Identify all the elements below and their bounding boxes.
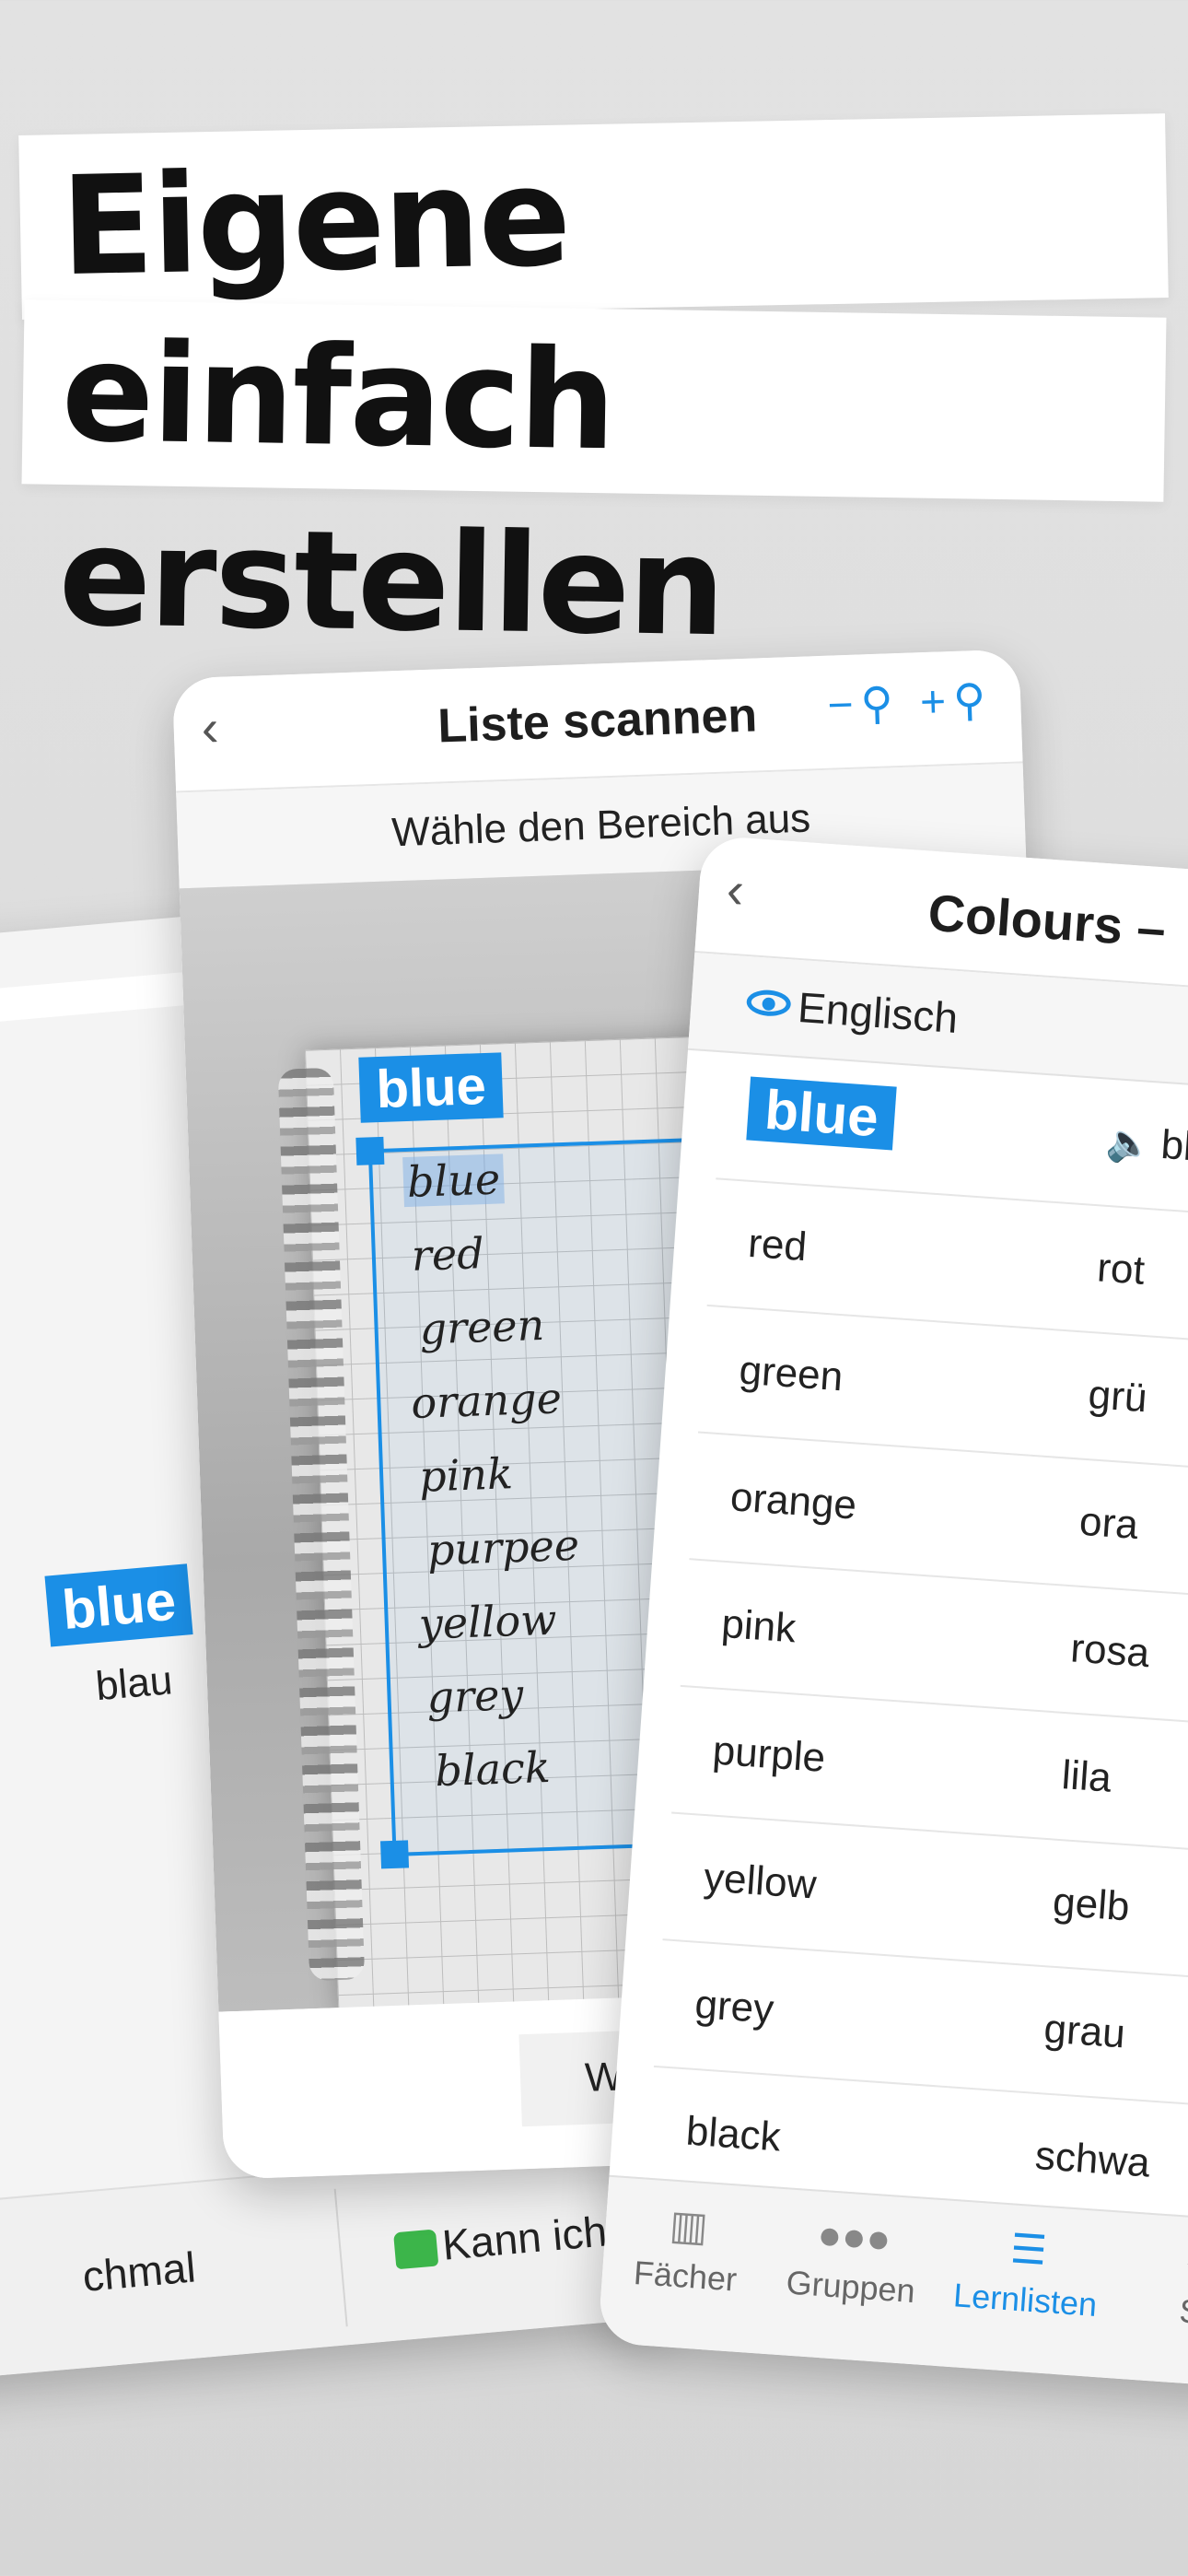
selection-handle-top-left[interactable]	[355, 1136, 385, 1165]
vocab-word: blue	[746, 1076, 898, 1151]
tab-label: Gruppen	[785, 2263, 917, 2311]
vocab-word: grey	[693, 1981, 775, 2032]
list-title: Colours –	[926, 883, 1168, 958]
back-icon[interactable]: ‹	[725, 859, 746, 919]
handwritten-word: grey	[425, 1669, 525, 1723]
handwritten-word: green	[418, 1299, 546, 1354]
tab-label: Fächer	[632, 2253, 739, 2299]
known-button-label: Kann ich!	[440, 2206, 621, 2269]
vocab-word: orange	[728, 1474, 858, 1528]
vocab-translation-cell: grau	[1042, 2006, 1126, 2057]
word-badge: blue	[44, 1563, 193, 1647]
vocab-word: red	[746, 1220, 809, 1270]
vocab-translation: gelb	[1051, 1879, 1132, 1930]
thumbs-up-icon	[393, 2229, 439, 2270]
vocab-translation: grau	[1042, 2006, 1127, 2057]
handwritten-word: orange	[410, 1373, 563, 1428]
vocab-word: green	[738, 1347, 844, 1400]
footer-divider	[333, 2188, 348, 2327]
language-label: Englisch	[796, 983, 960, 1043]
vocab-translation-cell: gelb	[1052, 1879, 1131, 1931]
recognized-word-badge: blue	[358, 1052, 504, 1123]
vocab-translation: rot	[1095, 1245, 1147, 1294]
vocab-translation-cell: schwa	[1033, 2133, 1151, 2187]
vocab-translation: grü	[1087, 1372, 1149, 1422]
vocab-translation-cell: 🔈 bl	[1104, 1118, 1188, 1170]
zoom-icons[interactable]: −⚲ +⚲	[827, 673, 995, 731]
vocab-translation: ora	[1077, 1498, 1140, 1549]
vocab-translation-cell: rot	[1096, 1245, 1147, 1294]
tab-label: Sp	[1178, 2291, 1188, 2333]
vocab-translation: rosa	[1068, 1625, 1151, 1677]
vocab-translation-cell: rosa	[1069, 1625, 1151, 1677]
flashcard-footer: chmal Kann ich!	[0, 2138, 688, 2397]
vocab-translation: bl	[1159, 1121, 1188, 1170]
vocab-translation: lila	[1060, 1752, 1113, 1801]
handwritten-word: black	[434, 1741, 552, 1797]
vocab-translation-cell: lila	[1060, 1752, 1112, 1802]
books-icon: ▥	[668, 2202, 710, 2251]
tab-faecher[interactable]: ▥ Fächer	[601, 2197, 774, 2301]
language-toggle-source[interactable]: Englisch	[745, 978, 960, 1043]
tab-bar: ▥ Fächer ●●● Gruppen ☰ Lernlisten ◆ Sp	[597, 2174, 1188, 2399]
eye-icon	[745, 989, 792, 1018]
vocab-word: pink	[719, 1600, 798, 1652]
handwritten-word: blue	[402, 1153, 505, 1208]
translation-text: blau	[94, 1657, 175, 1710]
word-list-screen: ‹ Colours – Englisch blue 🔈 bl red rot green g…	[597, 835, 1188, 2399]
tab-spiele[interactable]: ◆ Sp	[1115, 2233, 1188, 2337]
vocab-translation-cell: ora	[1078, 1499, 1140, 1549]
vocab-word: purple	[711, 1727, 827, 1781]
tab-gruppen[interactable]: ●●● Gruppen	[766, 2208, 938, 2312]
group-icon: ●●●	[816, 2211, 892, 2263]
tab-lernlisten[interactable]: ☰ Lernlisten	[941, 2221, 1113, 2325]
list-icon: ☰	[1008, 2226, 1049, 2275]
selection-handle-bottom-left[interactable]	[380, 1840, 410, 1869]
handwritten-word: purpee	[426, 1519, 580, 1575]
again-button[interactable]: chmal	[81, 2242, 198, 2301]
handwritten-word: red	[410, 1228, 485, 1281]
headline-line-1: Eigene Aufgaben	[18, 113, 1169, 490]
vocab-translation-cell: grü	[1087, 1372, 1148, 1422]
vocab-word: black	[684, 2108, 783, 2160]
tab-label: Lernlisten	[951, 2276, 1099, 2324]
handwritten-word: pink	[418, 1448, 514, 1502]
vocab-translation: schwa	[1033, 2133, 1152, 2186]
vocab-word: yellow	[702, 1855, 819, 1908]
game-icon: ◆	[1185, 2238, 1188, 2287]
headline-line-2: einfach erstellen	[21, 299, 1167, 666]
speaker-icon[interactable]: 🔈	[1104, 1120, 1154, 1166]
handwritten-word: yellow	[417, 1594, 558, 1649]
known-button[interactable]: Kann ich!	[392, 2205, 621, 2274]
